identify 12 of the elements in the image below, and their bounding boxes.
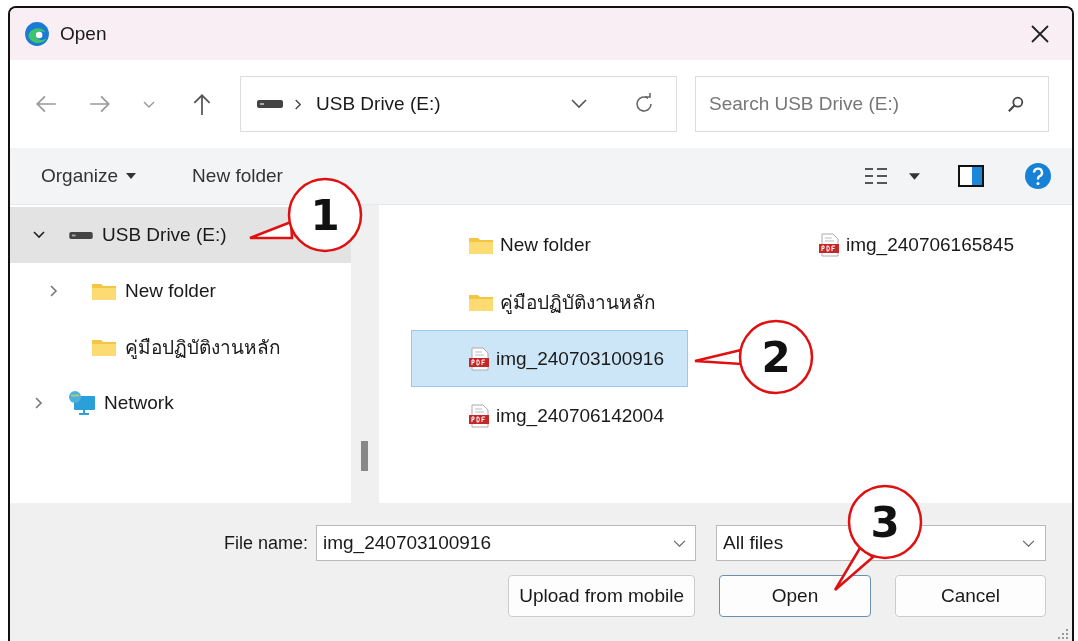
tree-item-label: คู่มือปฏิบัติงานหลัก — [125, 336, 281, 361]
tree-item-label: New folder — [125, 280, 216, 302]
file-name: img_240703100916 — [496, 347, 664, 370]
callout-number: 2 — [761, 333, 791, 382]
window-title: Open — [60, 23, 107, 45]
file-name: คู่มือปฏิบัติงานหลัก — [500, 290, 656, 316]
tree-item-label: Network — [104, 392, 174, 414]
file-name-label: File name: — [223, 532, 308, 554]
file-name: img_240706165845 — [846, 233, 1014, 256]
file-name: New folder — [500, 233, 591, 256]
tree-item-label: USB Drive (E:) — [102, 224, 227, 246]
file-name: img_240706142004 — [496, 404, 664, 427]
